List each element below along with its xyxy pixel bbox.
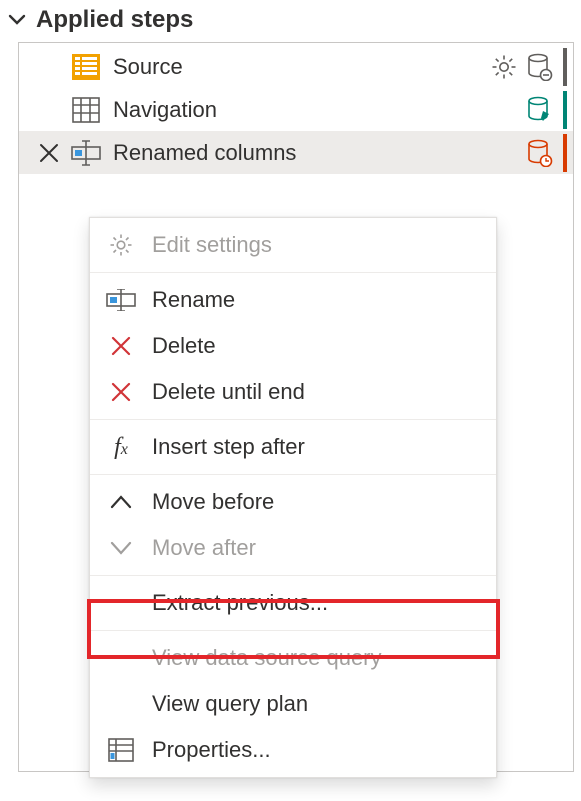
database-clock-icon — [525, 138, 555, 168]
step-label: Source — [113, 54, 489, 80]
database-remove-icon — [525, 52, 555, 82]
menu-move-after: Move after — [90, 525, 496, 571]
step-label: Navigation — [113, 97, 525, 123]
menu-label: Move before — [152, 489, 274, 515]
menu-label: Properties... — [152, 737, 271, 763]
step-status-marker — [563, 134, 567, 172]
menu-label: Insert step after — [152, 434, 305, 460]
table-icon — [71, 95, 101, 125]
panel-title: Applied steps — [36, 6, 193, 34]
step-context-menu: Edit settings Rename Delete — [89, 217, 497, 778]
menu-label: Rename — [152, 287, 235, 313]
delete-icon — [104, 332, 138, 360]
blank-icon — [104, 589, 138, 617]
menu-label: Move after — [152, 535, 256, 561]
applied-steps-list: Source — [18, 42, 574, 772]
menu-edit-settings: Edit settings — [90, 222, 496, 268]
step-status-marker — [563, 48, 567, 86]
menu-view-query-plan[interactable]: View query plan — [90, 681, 496, 727]
menu-separator — [90, 419, 496, 420]
menu-delete-until-end[interactable]: Delete until end — [90, 369, 496, 415]
gear-icon[interactable] — [489, 52, 519, 82]
menu-label: Edit settings — [152, 232, 272, 258]
menu-move-before[interactable]: Move before — [90, 479, 496, 525]
rename-columns-icon — [71, 138, 101, 168]
step-row-source[interactable]: Source — [19, 45, 573, 88]
menu-delete[interactable]: Delete — [90, 323, 496, 369]
menu-separator — [90, 630, 496, 631]
menu-separator — [90, 272, 496, 273]
menu-separator — [90, 474, 496, 475]
delete-step-icon[interactable] — [35, 139, 63, 167]
menu-label: Extract previous... — [152, 590, 328, 616]
menu-label: Delete until end — [152, 379, 305, 405]
menu-label: Delete — [152, 333, 216, 359]
chevron-down-icon — [104, 534, 138, 562]
step-status-marker — [563, 91, 567, 129]
step-label: Renamed columns — [113, 140, 525, 166]
step-row-renamed-columns[interactable]: Renamed columns — [19, 131, 573, 174]
menu-properties[interactable]: Properties... — [90, 727, 496, 773]
blank-icon — [104, 644, 138, 672]
menu-label: View data source query — [152, 645, 382, 671]
menu-extract-previous[interactable]: Extract previous... — [90, 580, 496, 626]
menu-insert-step-after[interactable]: fx Insert step after — [90, 424, 496, 470]
chevron-up-icon — [104, 488, 138, 516]
blank-icon — [104, 690, 138, 718]
menu-separator — [90, 575, 496, 576]
menu-label: View query plan — [152, 691, 308, 717]
fx-icon: fx — [104, 433, 138, 461]
delete-icon — [104, 378, 138, 406]
rename-icon — [104, 286, 138, 314]
menu-rename[interactable]: Rename — [90, 277, 496, 323]
database-folding-icon — [525, 95, 555, 125]
table-source-icon — [71, 52, 101, 82]
chevron-down-icon — [6, 9, 28, 31]
gear-icon — [104, 231, 138, 259]
properties-icon — [104, 736, 138, 764]
applied-steps-header[interactable]: Applied steps — [0, 0, 581, 42]
step-row-navigation[interactable]: Navigation — [19, 88, 573, 131]
menu-view-data-source-query: View data source query — [90, 635, 496, 681]
